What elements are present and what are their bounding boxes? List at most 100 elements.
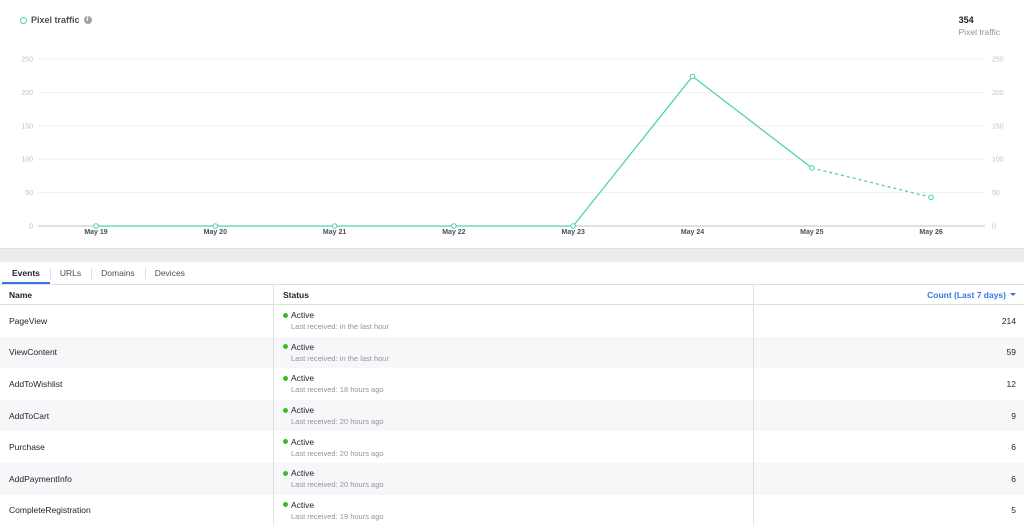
- status-label: Active: [291, 499, 315, 510]
- x-tick-label: May 26: [919, 229, 942, 236]
- tab-devices[interactable]: Devices: [144, 262, 195, 284]
- last-received: Last received: 19 hours ago: [291, 511, 384, 521]
- status-dot-icon: [283, 344, 288, 350]
- status-dot-icon: [283, 470, 288, 476]
- events-table-card: Events URLs Domains Devices Name Status …: [0, 262, 1024, 525]
- x-tick-label: May 25: [800, 229, 823, 236]
- x-tick-label: May 19: [84, 229, 107, 236]
- data-point: [93, 223, 99, 229]
- table-row[interactable]: AddPaymentInfo Active Last received: 20 ho…: [0, 462, 1024, 495]
- tab-urls[interactable]: URLs: [49, 262, 91, 284]
- event-status-cell: Active Last received: in the last hour: [273, 336, 753, 369]
- table-row[interactable]: CompleteRegistration Active Last received:…: [0, 494, 1024, 525]
- status-dot-icon: [283, 312, 288, 318]
- status-wrap: Active Last received: 20 hours ago: [283, 405, 384, 426]
- header-count-sort[interactable]: Count (Last 7 days): [753, 285, 1024, 304]
- tab-events[interactable]: Events: [2, 262, 50, 284]
- table-row[interactable]: AddToCart Active Last received: 20 hours a…: [0, 399, 1024, 432]
- data-point: [570, 223, 577, 229]
- last-received: Last received: 20 hours ago: [291, 448, 384, 458]
- data-point: [689, 73, 696, 80]
- status-line: Active: [283, 437, 384, 447]
- tab-domains[interactable]: Domains: [91, 262, 145, 284]
- status-label: Active: [291, 436, 315, 447]
- table-row[interactable]: Purchase Active Last received: 20 hours ag…: [0, 431, 1024, 463]
- event-name: AddToWishlist: [9, 378, 63, 389]
- status-wrap: Active Last received: 20 hours ago: [283, 468, 384, 489]
- legend-label: Pixel traffic: [31, 15, 80, 25]
- event-name: AddPaymentInfo: [9, 473, 72, 484]
- y-tick-left: 100: [21, 157, 33, 164]
- last-received: Last received: 20 hours ago: [291, 417, 384, 427]
- y-tick-left: 200: [21, 90, 33, 97]
- status-wrap: Active Last received: in the last hour: [283, 310, 389, 331]
- event-count: 6: [753, 431, 1024, 463]
- table-body: PageView Active Last received: in the last…: [0, 305, 1024, 525]
- status-line: Active: [283, 500, 384, 510]
- status-wrap: Active Last received: 18 hours ago: [283, 373, 384, 394]
- y-tick-right: 200: [992, 90, 1004, 97]
- event-status-cell: Active Last received: 19 hours ago: [273, 494, 753, 525]
- x-tick-label: May 21: [323, 229, 346, 236]
- y-tick-right: 100: [992, 157, 1004, 164]
- total-value: 354: [958, 15, 974, 25]
- event-name: ViewContent: [9, 347, 58, 358]
- legend-circle-icon: [20, 16, 27, 24]
- y-tick-right: 150: [992, 123, 1004, 130]
- status-wrap: Active Last received: 20 hours ago: [283, 437, 384, 458]
- status-dot-icon: [283, 407, 288, 413]
- status-line: Active: [283, 468, 384, 478]
- y-tick-right: 0: [992, 224, 996, 231]
- data-point: [212, 223, 219, 229]
- table-header: Name Status Count (Last 7 days): [0, 285, 1024, 305]
- status-line: Active: [283, 405, 384, 415]
- status-line: Active: [283, 342, 389, 352]
- event-count: 59: [753, 336, 1024, 369]
- event-count: 214: [753, 305, 1024, 337]
- header-name[interactable]: Name: [0, 285, 273, 304]
- status-label: Active: [291, 468, 315, 479]
- status-line: Active: [283, 310, 389, 320]
- y-tick-right: 250: [992, 57, 1004, 64]
- event-name: AddToCart: [9, 410, 50, 421]
- data-point: [809, 165, 815, 171]
- event-count: 6: [753, 462, 1024, 495]
- data-point: [331, 223, 338, 229]
- y-tick-left: 0: [29, 224, 33, 231]
- status-dot-icon: [283, 439, 288, 445]
- event-count: 12: [753, 368, 1024, 400]
- status-label: Active: [291, 373, 315, 384]
- last-received: Last received: 18 hours ago: [291, 385, 384, 395]
- status-label: Active: [291, 310, 315, 321]
- last-received: Last received: in the last hour: [291, 322, 389, 332]
- info-icon[interactable]: i: [83, 16, 92, 24]
- event-name: Purchase: [9, 442, 45, 453]
- last-received: Last received: 20 hours ago: [291, 480, 384, 490]
- event-status-cell: Active Last received: 20 hours ago: [273, 431, 753, 463]
- table-row[interactable]: ViewContent Active Last received: in the l…: [0, 336, 1024, 369]
- status-wrap: Active Last received: in the last hour: [283, 342, 389, 363]
- event-name: PageView: [9, 315, 48, 326]
- table-row[interactable]: AddToWishlist Active Last received: 18 hou…: [0, 368, 1024, 400]
- table-row[interactable]: PageView Active Last received: in the last…: [0, 305, 1024, 337]
- pixel-traffic-chart: 0 0 50 50 100 100 150 150 200 200 250 250 May 19 May …: [21, 57, 1004, 237]
- event-count: 5: [753, 494, 1024, 525]
- event-status-cell: Active Last received: 20 hours ago: [273, 462, 753, 495]
- status-label: Active: [291, 341, 315, 352]
- total-label: Pixel traffic: [958, 27, 1000, 37]
- x-tick-label: May 20: [204, 229, 227, 236]
- y-tick-right: 50: [992, 190, 1000, 197]
- status-line: Active: [283, 373, 384, 383]
- y-tick-left: 250: [21, 57, 33, 64]
- event-status-cell: Active Last received: 20 hours ago: [273, 399, 753, 432]
- event-status-cell: Active Last received: in the last hour: [273, 305, 753, 337]
- y-tick-left: 150: [21, 123, 33, 130]
- pixel-traffic-total: 354 Pixel traffic: [959, 15, 1000, 37]
- tab-bar: Events URLs Domains Devices: [0, 262, 1024, 285]
- header-status[interactable]: Status: [273, 285, 753, 304]
- status-label: Active: [291, 405, 315, 416]
- x-tick-label: May 22: [442, 229, 465, 236]
- chart-legend: Pixel traffic i: [20, 15, 92, 25]
- event-name: CompleteRegistration: [9, 505, 91, 516]
- x-tick-label: May 23: [562, 229, 585, 236]
